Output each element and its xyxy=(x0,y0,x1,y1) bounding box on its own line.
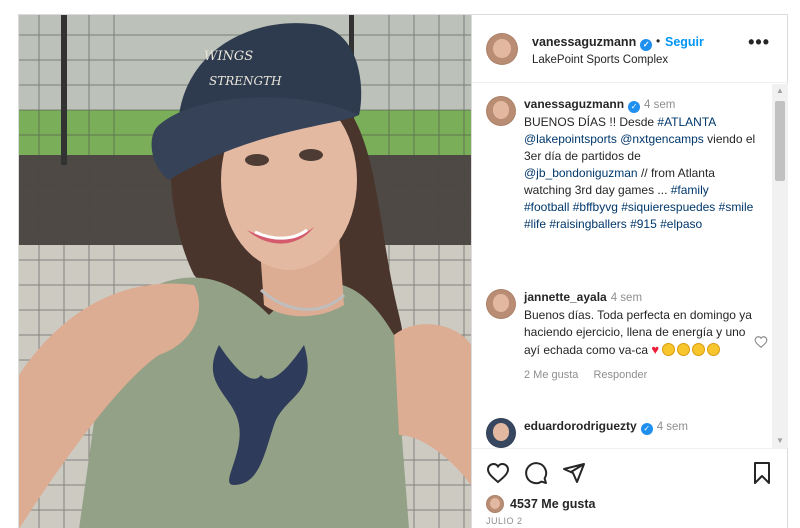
bookmark-icon[interactable] xyxy=(750,461,774,485)
verified-badge-icon: ✓ xyxy=(640,423,653,435)
scroll-up-arrow-icon[interactable]: ▲ xyxy=(772,84,788,98)
post-header: vanessaguzmann ✓ • Seguir LakePoint Sport… xyxy=(472,15,788,83)
caption-body: vanessaguzmann ✓ 4 sem BUENOS DÍAS !! Desd… xyxy=(524,96,756,233)
laughing-emoji xyxy=(662,343,676,356)
caption-username[interactable]: vanessaguzmann xyxy=(524,97,624,111)
comment-body: eduardorodriguezty ✓ 4 sem xyxy=(524,418,756,436)
comment-icon[interactable] xyxy=(524,461,548,485)
selfie-illustration: WINGS STRENGTH xyxy=(19,15,471,528)
hashtag-link[interactable]: #family xyxy=(671,183,709,197)
hashtag-link[interactable]: #siquierespuedes xyxy=(621,200,715,214)
post-date[interactable]: JULIO 2 xyxy=(486,516,523,526)
hashtag-link[interactable]: #football xyxy=(524,200,569,214)
scrollbar-thumb[interactable] xyxy=(775,101,785,181)
red-heart-emoji: ♥ xyxy=(651,342,660,357)
commenter-username[interactable]: jannette_ayala xyxy=(524,290,607,304)
comment-meta: 2 Me gusta Responder xyxy=(524,367,756,384)
follow-button[interactable]: Seguir xyxy=(665,35,704,49)
likes-text[interactable]: 4537 Me gusta xyxy=(510,497,595,511)
location-link[interactable]: LakePoint Sports Complex xyxy=(532,54,668,66)
comment-likes-link[interactable]: 2 Me gusta xyxy=(524,369,578,381)
scroll-down-arrow-icon[interactable]: ▼ xyxy=(772,434,788,448)
comment-like-heart-icon[interactable] xyxy=(754,335,768,349)
mention-link[interactable]: @jb_bondoniguzman xyxy=(524,166,638,180)
commenter-username[interactable]: eduardorodriguezty xyxy=(524,419,637,433)
mention-link[interactable]: @nxtgencamps xyxy=(620,132,704,146)
author-username-text[interactable]: vanessaguzmann xyxy=(532,35,636,49)
hashtag-link[interactable]: #smile xyxy=(719,200,754,214)
likes-count[interactable]: 4537 Me gusta xyxy=(486,495,595,513)
comments-panel[interactable]: vanessaguzmann ✓ 4 sem BUENOS DÍAS !! Desd… xyxy=(472,84,789,448)
hashtag-link[interactable]: #bffbyvg xyxy=(573,200,618,214)
verified-badge-icon: ✓ xyxy=(628,101,641,113)
post-photo[interactable]: WINGS STRENGTH xyxy=(19,15,471,528)
reply-button[interactable]: Responder xyxy=(593,369,647,381)
hashtag-link[interactable]: #ATLANTA xyxy=(657,115,715,129)
comment-body: jannette_ayala 4 sem Buenos días. Toda pe… xyxy=(524,289,756,384)
commenter-avatar[interactable] xyxy=(486,418,516,448)
comment-time[interactable]: 4 sem xyxy=(611,292,642,304)
more-options-icon[interactable]: ••• xyxy=(748,33,770,51)
laughing-emoji xyxy=(692,343,706,356)
laughing-emoji xyxy=(707,343,721,356)
action-bar: 4537 Me gusta JULIO 2 xyxy=(472,448,789,528)
verified-badge-icon: ✓ xyxy=(640,39,653,51)
post-sidebar: vanessaguzmann ✓ • Seguir LakePoint Sport… xyxy=(471,15,789,528)
share-icon[interactable] xyxy=(562,461,586,485)
comment-time[interactable]: 4 sem xyxy=(657,421,688,433)
separator-dot: • xyxy=(656,34,661,48)
hashtag-link[interactable]: #915 xyxy=(630,217,657,231)
laughing-emoji xyxy=(677,343,691,356)
comments-scrollbar[interactable]: ▲ ▼ xyxy=(772,84,788,448)
heart-icon[interactable] xyxy=(486,461,510,485)
caption-time[interactable]: 4 sem xyxy=(644,99,675,111)
author-avatar[interactable] xyxy=(486,33,518,65)
caption-text-segment: BUENOS DÍAS !! Desde xyxy=(524,115,658,129)
liker-avatar xyxy=(486,495,504,513)
commenter-avatar[interactable] xyxy=(486,289,516,319)
hashtag-link[interactable]: #life xyxy=(524,217,546,231)
caption-text: BUENOS DÍAS !! Desde #ATLANTA @lakepoint… xyxy=(524,115,755,231)
hashtag-link[interactable]: #elpaso xyxy=(660,217,702,231)
mention-link[interactable]: @lakepointsports xyxy=(524,132,617,146)
author-username[interactable]: vanessaguzmann ✓ xyxy=(532,35,653,51)
post-dialog: WINGS STRENGTH vanessaguzmann ✓ • Seguir … xyxy=(18,14,789,528)
caption-avatar[interactable] xyxy=(486,96,516,126)
hashtag-link[interactable]: #raisingballers xyxy=(549,217,626,231)
